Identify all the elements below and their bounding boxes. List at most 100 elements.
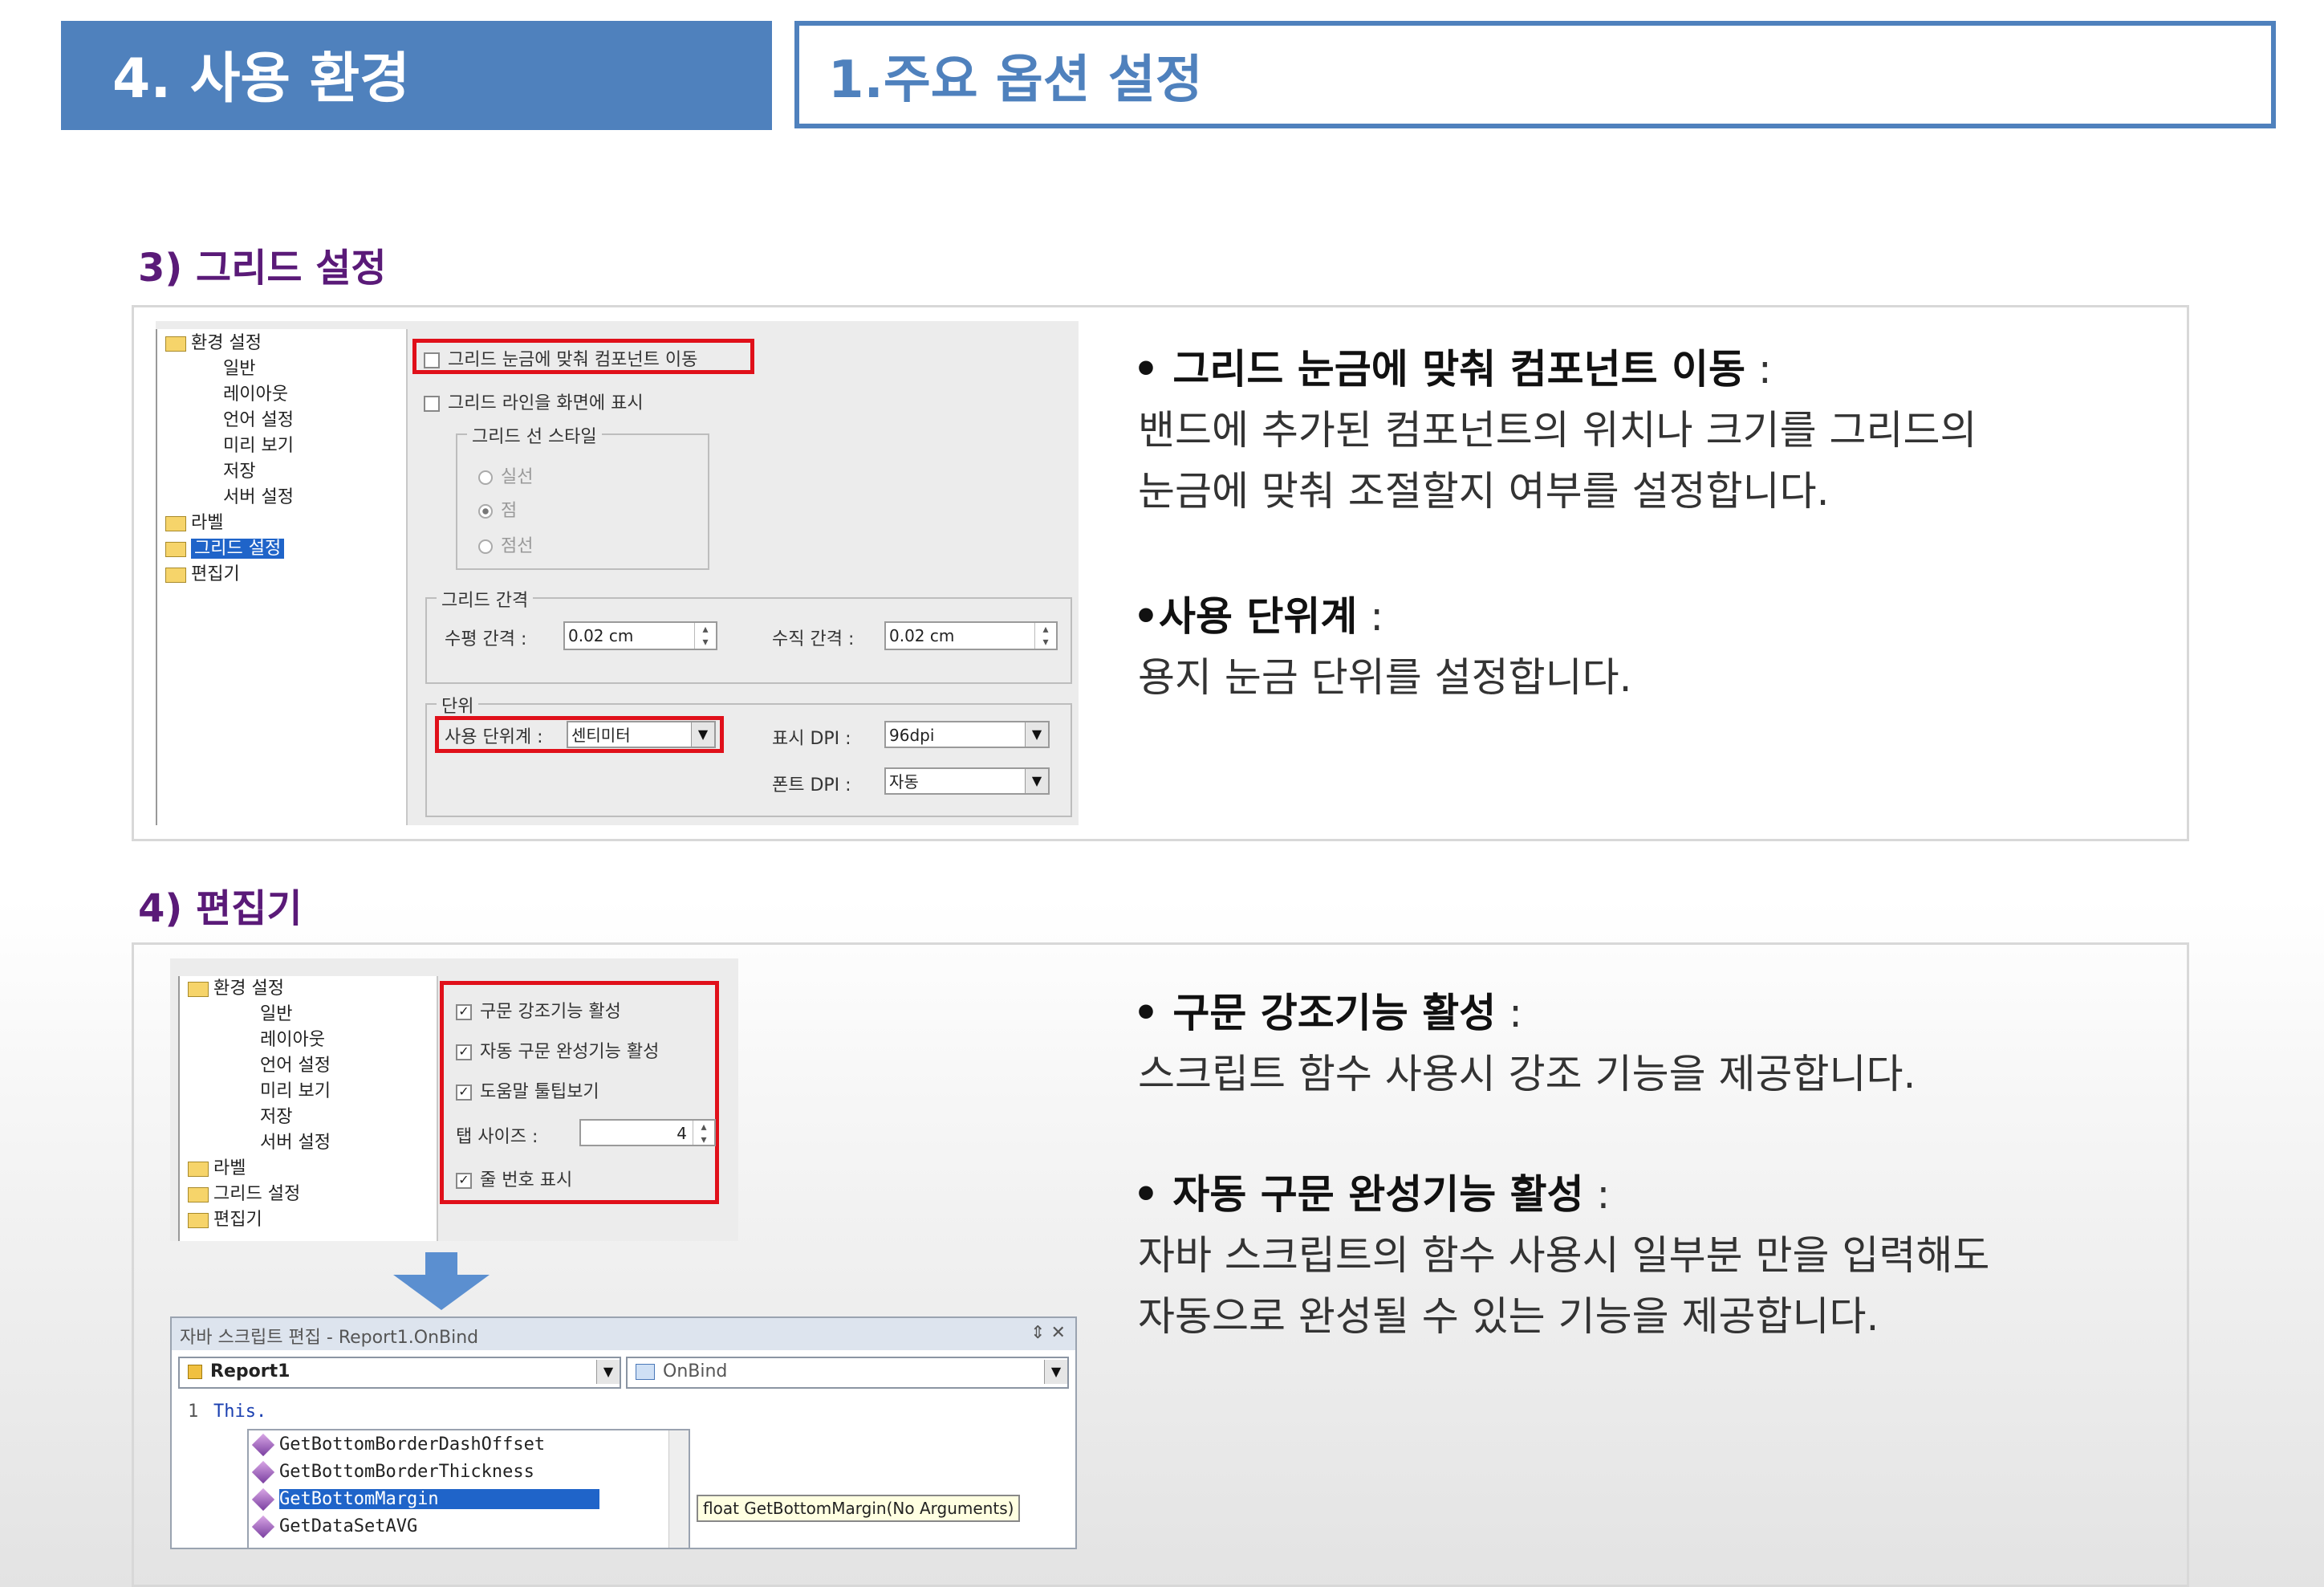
close-icon[interactable]: ⇕ ✕ [1030,1323,1066,1343]
v-spacing-label: 수직 간격 : [772,629,855,649]
radio-icon [478,539,493,554]
tree-item-server[interactable]: 서버 설정 [223,486,294,509]
tree-item-env[interactable]: 환경 설정 [188,978,284,1000]
editor-desc-2-line-1: 자바 스크립트의 함수 사용시 일부분 만을 입력해도 [1138,1232,1990,1279]
grid-desc-1-title: • 그리드 눈금에 맞춰 컴포넌트 이동 : [1133,346,1772,393]
tree-item-server[interactable]: 서버 설정 [260,1132,331,1154]
autocomplete-item-selected[interactable]: GetBottomMargin [251,1487,599,1512]
editor-desc-1-title: • 구문 강조기능 활성 : [1133,990,1522,1036]
tree-item-layout[interactable]: 레이아웃 [223,384,288,406]
dropdown-arrow-icon[interactable]: ▼ [1025,769,1048,793]
unit-select[interactable]: 센티미터 ▼ [567,721,716,748]
checkbox-icon [456,1044,472,1060]
autocomplete-checkbox[interactable]: 자동 구문 완성기능 활성 [456,1037,659,1063]
unit-field-label: 사용 단위계 : [445,727,543,747]
code-text[interactable]: This. [213,1402,266,1422]
tree-item-general[interactable]: 일반 [223,358,255,380]
subtitle-text: 1.주요 옵션 설정 [828,51,1203,110]
display-dpi-select[interactable]: 96dpi ▼ [884,721,1050,748]
syntax-highlight-checkbox[interactable]: 구문 강조기능 활성 [456,997,621,1023]
tree-item-layout[interactable]: 레이아웃 [260,1029,325,1052]
editor-settings-tree: 환경 설정 일반 레이아웃 언어 설정 미리 보기 저장 서버 설정 라벨 그리… [178,976,438,1241]
grid-spacing-label: 그리드 간격 [437,586,534,612]
down-arrow-icon [393,1275,490,1310]
signature-tooltip: float GetBottomMargin(No Arguments) [697,1495,1021,1522]
editor-dialog: 환경 설정 일반 레이아웃 언어 설정 미리 보기 저장 서버 설정 라벨 그리… [170,958,738,1241]
font-dpi-label: 폰트 DPI : [772,775,851,796]
tree-item-editor[interactable]: 편집기 [165,564,240,586]
tree-item-grid[interactable]: 그리드 설정 [165,538,285,560]
checkbox-icon [456,1173,472,1189]
spinner-icon[interactable]: ▴ ▾ [694,623,716,649]
tree-item-label[interactable]: 라벨 [188,1158,246,1180]
autocomplete-list[interactable]: GetBottomBorderDashOffset GetBottomBorde… [247,1429,690,1549]
event-select[interactable]: OnBind ▼ [626,1357,1069,1389]
report-icon [188,1365,202,1379]
autocomplete-scrollbar[interactable] [668,1430,689,1548]
line-style-label: 그리드 선 스타일 [467,422,602,448]
folder-icon [165,567,186,583]
show-grid-lines-checkbox[interactable]: 그리드 라인을 화면에 표시 [424,389,644,414]
folder-icon [188,1212,209,1228]
tree-item-preview[interactable]: 미리 보기 [223,435,294,458]
editor-desc-2-title: • 자동 구문 완성기능 활성 : [1133,1171,1611,1218]
line-style-solid-radio[interactable]: 실선 [478,462,533,488]
autocomplete-item[interactable]: GetBottomBorderThickness [251,1459,534,1485]
tab-size-label: 탭 사이즈 : [456,1127,538,1147]
object-select[interactable]: Report1 ▼ [178,1357,621,1389]
line-style-dot-radio[interactable]: 점 [478,496,517,522]
tree-item-env[interactable]: 환경 설정 [165,332,262,355]
checkbox-icon [424,396,440,412]
snap-to-grid-checkbox[interactable]: 그리드 눈금에 맞춰 컴포넌트 이동 [424,345,697,371]
folder-icon [188,1161,209,1177]
radio-icon [478,504,493,519]
unit-group-label: 단위 [437,692,479,718]
tree-item-label[interactable]: 라벨 [165,512,223,535]
tree-item-general[interactable]: 일반 [260,1003,292,1026]
section-header-title: 4. 사용 환경 [112,47,410,111]
folder-icon [165,541,186,557]
dropdown-arrow-icon[interactable]: ▼ [1044,1360,1067,1384]
grid-desc-1-line-2: 눈금에 맞춰 조절할지 여부를 설정합니다. [1138,468,1830,515]
spinner-icon[interactable]: ▴ ▾ [693,1121,714,1145]
dropdown-arrow-icon[interactable]: ▼ [1025,722,1048,747]
folder-icon [188,1186,209,1202]
help-tooltip-checkbox[interactable]: 도움말 툴팁보기 [456,1077,599,1103]
tree-item-preview[interactable]: 미리 보기 [260,1080,331,1103]
autocomplete-item[interactable]: GetDataSetAVG [251,1514,417,1540]
tree-item-grid[interactable]: 그리드 설정 [188,1183,300,1206]
folder-icon [165,336,186,352]
grid-section-title: 3) 그리드 설정 [138,246,387,291]
dropdown-arrow-icon[interactable]: ▼ [596,1360,620,1384]
folder-icon [165,515,186,531]
grid-dialog: 환경 설정 일반 레이아웃 언어 설정 미리 보기 저장 서버 설정 라벨 그리… [156,321,1079,825]
tree-item-save[interactable]: 저장 [223,461,255,483]
tab-size-input[interactable]: 4 ▴ ▾ [579,1119,716,1146]
checkbox-icon [456,1084,472,1101]
font-dpi-select[interactable]: 자동 ▼ [884,767,1050,795]
script-editor-window: 자바 스크립트 편집 - Report1.OnBind ⇕ ✕ Report1 … [170,1316,1077,1549]
dropdown-arrow-icon[interactable]: ▼ [691,722,714,747]
autocomplete-item[interactable]: GetBottomBorderDashOffset [251,1432,545,1458]
checkbox-icon [456,1004,472,1020]
tree-item-language[interactable]: 언어 설정 [223,409,294,432]
v-spacing-input[interactable]: 0.02 cm ▴ ▾ [884,621,1058,650]
folder-icon [188,981,209,997]
spinner-icon[interactable]: ▴ ▾ [1034,623,1056,649]
h-spacing-input[interactable]: 0.02 cm ▴ ▾ [563,621,717,650]
tree-item-language[interactable]: 언어 설정 [260,1055,331,1077]
script-editor-title: 자바 스크립트 편집 - Report1.OnBind [180,1328,479,1348]
grid-settings-tree: 환경 설정 일반 레이아웃 언어 설정 미리 보기 저장 서버 설정 라벨 그리… [156,329,408,825]
editor-desc-1-line-1: 스크립트 함수 사용시 강조 기능을 제공합니다. [1138,1051,1916,1097]
line-style-dash-radio[interactable]: 점선 [478,531,533,557]
grid-desc-1-line-1: 밴드에 추가된 컴포넌트의 위치나 크기를 그리드의 [1138,407,1977,454]
grid-desc-2-line-1: 용지 눈금 단위를 설정합니다. [1138,654,1632,701]
h-spacing-label: 수평 간격 : [445,629,527,649]
tree-item-save[interactable]: 저장 [260,1106,292,1129]
line-numbers-checkbox[interactable]: 줄 번호 표시 [456,1166,572,1191]
editor-section-title: 4) 편집기 [138,886,303,931]
script-editor-titlebar: 자바 스크립트 편집 - Report1.OnBind ⇕ ✕ [172,1318,1075,1350]
tree-item-editor[interactable]: 편집기 [188,1209,262,1231]
method-icon [251,1487,275,1512]
grid-desc-2-title: •사용 단위계 : [1133,593,1384,640]
